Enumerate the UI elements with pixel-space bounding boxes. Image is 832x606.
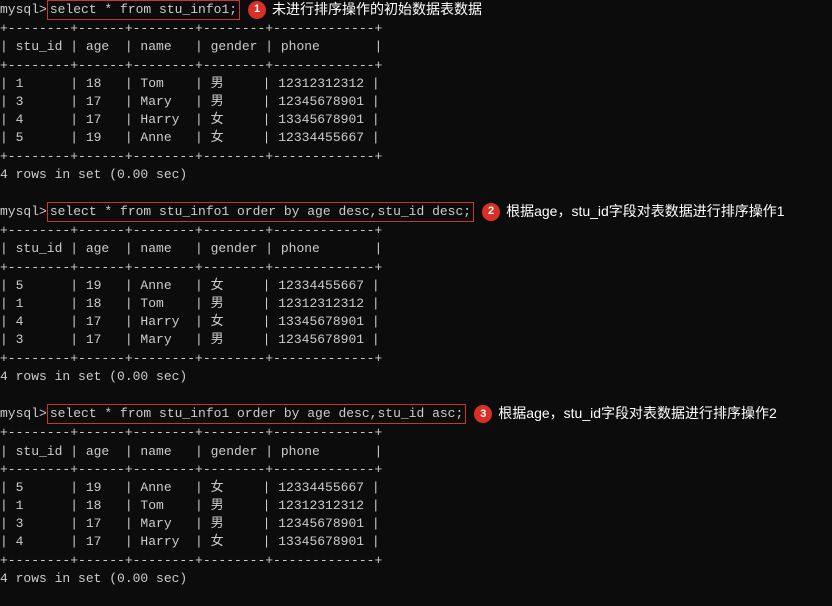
annotation-badge: 1	[248, 1, 266, 19]
table-row: | 5 | 19 | Anne | 女 | 12334455667 |	[0, 129, 832, 147]
table-divider: +--------+------+--------+--------+-----…	[0, 148, 832, 166]
result-footer: 4 rows in set (0.00 sec)	[0, 570, 832, 588]
sql-query-box: select * from stu_info1 order by age des…	[47, 202, 474, 222]
table-row: | 5 | 19 | Anne | 女 | 12334455667 |	[0, 479, 832, 497]
table-divider: +--------+------+--------+--------+-----…	[0, 552, 832, 570]
annotation-text: 根据age，stu_id字段对表数据进行排序操作1	[506, 202, 785, 222]
table-divider: +--------+------+--------+--------+-----…	[0, 222, 832, 240]
table-divider: +--------+------+--------+--------+-----…	[0, 350, 832, 368]
table-divider: +--------+------+--------+--------+-----…	[0, 461, 832, 479]
table-row: | 3 | 17 | Mary | 男 | 12345678901 |	[0, 93, 832, 111]
table-row: | 1 | 18 | Tom | 男 | 12312312312 |	[0, 75, 832, 93]
table-row: | 1 | 18 | Tom | 男 | 12312312312 |	[0, 295, 832, 313]
mysql-prompt: mysql>	[0, 203, 47, 221]
annotation-text: 未进行排序操作的初始数据表数据	[272, 0, 482, 20]
annotation-text: 根据age，stu_id字段对表数据进行排序操作2	[498, 404, 777, 424]
query-line: mysql> select * from stu_info1; 1 未进行排序操作的…	[0, 0, 832, 20]
result-footer: 4 rows in set (0.00 sec)	[0, 166, 832, 184]
table-divider: +--------+------+--------+--------+-----…	[0, 259, 832, 277]
query-line: mysql> select * from stu_info1 order by …	[0, 404, 832, 424]
table-row: | 3 | 17 | Mary | 男 | 12345678901 |	[0, 515, 832, 533]
table-divider: +--------+------+--------+--------+-----…	[0, 424, 832, 442]
mysql-prompt: mysql>	[0, 405, 47, 423]
annotation-badge: 3	[474, 405, 492, 423]
table-row: | 3 | 17 | Mary | 男 | 12345678901 |	[0, 331, 832, 349]
terminal-output: mysql> select * from stu_info1; 1 未进行排序操作的…	[0, 0, 832, 606]
result-footer: 4 rows in set (0.00 sec)	[0, 368, 832, 386]
mysql-prompt: mysql>	[0, 1, 47, 19]
blank-line	[0, 588, 832, 606]
table-row: | 5 | 19 | Anne | 女 | 12334455667 |	[0, 277, 832, 295]
sql-query-box: select * from stu_info1 order by age des…	[47, 404, 466, 424]
annotation-badge: 2	[482, 203, 500, 221]
table-header-row: | stu_id | age | name | gender | phone |	[0, 240, 832, 258]
table-row: | 4 | 17 | Harry | 女 | 13345678901 |	[0, 111, 832, 129]
table-row: | 4 | 17 | Harry | 女 | 13345678901 |	[0, 533, 832, 551]
query-line: mysql> select * from stu_info1 order by …	[0, 202, 832, 222]
sql-query-box: select * from stu_info1;	[47, 0, 240, 20]
table-header-row: | stu_id | age | name | gender | phone |	[0, 38, 832, 56]
table-row: | 4 | 17 | Harry | 女 | 13345678901 |	[0, 313, 832, 331]
table-header-row: | stu_id | age | name | gender | phone |	[0, 443, 832, 461]
table-divider: +--------+------+--------+--------+-----…	[0, 57, 832, 75]
blank-line	[0, 386, 832, 404]
table-divider: +--------+------+--------+--------+-----…	[0, 20, 832, 38]
blank-line	[0, 184, 832, 202]
